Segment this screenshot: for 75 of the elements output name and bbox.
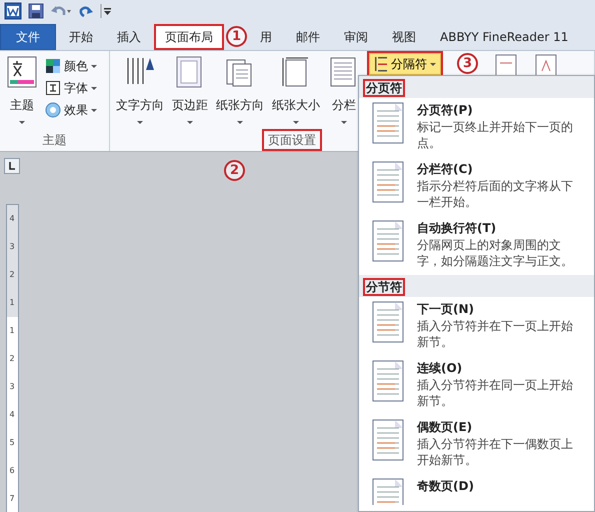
menu-item[interactable]: 自动换行符(T) 分隔网页上的对象周围的文字，如分隔题注文字与正文。 bbox=[359, 216, 594, 275]
ribbon-tab[interactable]: 审阅 bbox=[333, 24, 379, 50]
menu-item[interactable]: 偶数页(E) 插入分节符并在下一偶数页上开始新节。 bbox=[359, 415, 594, 474]
ruler-number: 4 bbox=[6, 205, 18, 233]
ruler-number: 7 bbox=[9, 493, 15, 505]
callout-number: 1 bbox=[226, 26, 247, 47]
menu-header: 分页符 bbox=[363, 79, 405, 97]
group-label: 页面设置 bbox=[262, 129, 322, 151]
item-title: 分栏符(C) bbox=[417, 161, 474, 178]
ribbon-tab[interactable]: 插入 bbox=[106, 24, 152, 50]
ruler-number: 5 bbox=[9, 437, 15, 449]
ruler-number: 2 bbox=[9, 353, 15, 365]
caret-icon bbox=[237, 121, 243, 124]
item-title: 偶数页(E) bbox=[417, 419, 474, 436]
ribbon-tab[interactable]: ABBYY FineReader 11 bbox=[429, 24, 580, 50]
customize-icon[interactable] bbox=[100, 3, 112, 19]
font-icon bbox=[45, 80, 61, 96]
caret-icon bbox=[293, 121, 299, 124]
menu-item[interactable]: 分栏符(C) 指示分栏符后面的文字将从下一栏开始。 bbox=[359, 157, 594, 216]
ruler-number: 3 bbox=[9, 381, 15, 393]
item-description: 插入分节符并在下一偶数页上开始新节。 bbox=[417, 436, 574, 468]
ribbon-button[interactable]: 文字方向 bbox=[113, 53, 167, 127]
save-icon[interactable] bbox=[28, 3, 44, 19]
item-description: 指示分栏符后面的文字将从下一栏开始。 bbox=[417, 178, 574, 210]
caret-icon bbox=[137, 121, 143, 124]
menu-item[interactable]: 奇数页(D) bbox=[359, 474, 594, 508]
caret-icon bbox=[341, 121, 347, 124]
ribbon-tab[interactable]: 邮件 bbox=[285, 24, 331, 50]
ribbon-tab[interactable]: 视图 bbox=[381, 24, 427, 50]
ribbon-tab[interactable]: 开始 bbox=[58, 24, 104, 50]
item-title: 下一页(N) bbox=[417, 301, 476, 318]
item-description: 标记一页终止并开始下一页的点。 bbox=[417, 119, 574, 151]
item-description: 分隔网页上的对象周围的文字，如分隔题注文字与正文。 bbox=[417, 237, 574, 269]
file-tab[interactable]: 文件 bbox=[0, 24, 56, 50]
ribbon-button[interactable]: 主题 bbox=[3, 53, 41, 127]
ruler-number: 3 bbox=[6, 233, 18, 261]
ribbon-button[interactable]: 纸张方向 bbox=[213, 53, 267, 127]
menu-item[interactable]: 连续(O) 插入分节符并在同一页上开始新节。 bbox=[359, 356, 594, 415]
menu-item[interactable]: 分页符(P) 标记一页终止并开始下一页的点。 bbox=[359, 98, 594, 157]
caret-icon bbox=[91, 64, 97, 68]
ruler-number: 6 bbox=[9, 465, 15, 477]
item-description: 插入分节符并在同一页上开始新节。 bbox=[417, 377, 574, 409]
group-label: 主题 bbox=[42, 132, 68, 149]
caret-icon bbox=[187, 121, 193, 124]
item-title: 自动换行符(T) bbox=[417, 220, 498, 237]
ribbon-button[interactable]: 纸张大小 bbox=[269, 53, 323, 127]
ribbon-button[interactable]: 颜色 bbox=[43, 56, 99, 76]
menu-item[interactable]: 下一页(N) 插入分节符并在下一页上开始新节。 bbox=[359, 297, 594, 356]
ruler-number: 4 bbox=[9, 409, 15, 421]
ruler-number: 1 bbox=[9, 325, 15, 337]
breaks-icon bbox=[374, 54, 388, 74]
item-title: 分页符(P) bbox=[417, 102, 474, 119]
ribbon-tab[interactable]: 用 bbox=[249, 24, 283, 50]
tab-stop-icon[interactable] bbox=[4, 158, 20, 174]
ribbon-button[interactable]: 页边距 bbox=[169, 53, 211, 127]
item-title: 奇数页(D) bbox=[417, 478, 474, 495]
caret-icon bbox=[19, 121, 25, 124]
caret-icon bbox=[91, 108, 97, 112]
item-description: 插入分节符并在下一页上开始新节。 bbox=[417, 318, 574, 350]
caret-icon bbox=[91, 86, 97, 90]
item-title: 连续(O) bbox=[417, 360, 464, 377]
color-squares-icon bbox=[45, 58, 61, 74]
ruler-number: 2 bbox=[6, 261, 18, 289]
caret-icon bbox=[430, 62, 436, 66]
ruler-number: 1 bbox=[6, 289, 18, 317]
theme-icon bbox=[6, 56, 38, 88]
ribbon-button[interactable]: 效果 bbox=[43, 100, 99, 120]
ribbon-tab[interactable]: 页面布局 bbox=[154, 24, 224, 50]
breaks-button[interactable]: 分隔符 bbox=[369, 53, 441, 75]
callout-number: 2 bbox=[224, 160, 245, 181]
menu-header: 分节符 bbox=[363, 278, 405, 296]
app-icon bbox=[4, 2, 22, 20]
ribbon-button[interactable]: 字体 bbox=[43, 78, 99, 98]
callout-number: 3 bbox=[457, 53, 478, 74]
circle-icon bbox=[45, 102, 61, 118]
